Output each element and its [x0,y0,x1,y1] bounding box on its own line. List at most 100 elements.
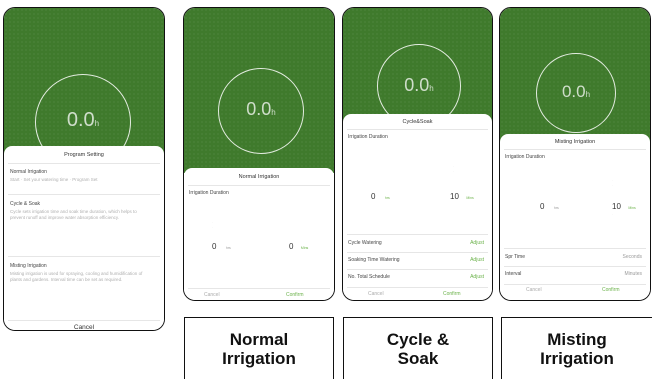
duration-ring: 0.0h [536,53,616,133]
row-value: Adjust [470,257,484,263]
hours-value: 0 [540,202,545,211]
field-label: Irrigation Duration [505,154,545,160]
divider [8,256,160,257]
confirm-button[interactable]: Confirm [602,287,620,293]
caption-line-1: Misting [547,329,607,349]
hours-wheel-above: · · [212,220,213,229]
confirm-button[interactable]: Confirm [286,292,304,298]
phone-normal-irrigation: 0.0h Normal Irrigation Irrigation Durati… [183,7,335,301]
row-label: No. Total Schedule [348,274,390,280]
duration-value: 0.0 [66,109,95,131]
cancel-button[interactable]: Cancel [526,287,542,293]
hours-picker[interactable]: 0 hrs [371,186,390,204]
minutes-picker[interactable]: 10 Mins [450,186,474,204]
option-misting-irrigation[interactable]: Misting Irrigation Misting irrigation is… [4,259,164,317]
divider [188,288,330,289]
total-schedule-row[interactable]: No. Total Schedule Adjust [343,271,492,285]
option-description: Cycle sets irrigation time and soak time… [10,209,137,220]
duration-readout: 0.0h [378,75,460,96]
minutes-value: 10 [612,202,621,211]
divider [347,269,488,270]
caption-line-1: Normal [229,329,289,349]
cancel-button[interactable]: Cancel [368,291,384,297]
hours-unit: hrs [553,206,559,210]
caption-line-2: Irrigation [222,348,296,368]
minutes-value: 0 [289,242,294,251]
row-value: Adjust [470,240,484,246]
duration-value: 0.0 [561,82,586,101]
minutes-wheel-above: · · [612,178,613,187]
confirm-button[interactable]: Confirm [443,291,461,297]
screenshot-stage: 0.0h Program Setting Normal Irrigation S… [0,0,652,379]
cycle-watering-row[interactable]: Cycle Watering Adjust [343,237,492,251]
duration-readout: 0.0h [219,99,303,120]
divider [504,149,646,150]
spray-time-row[interactable]: Spr Time Seconds [500,251,650,265]
minutes-wheel-below: · [612,212,613,216]
grass-background: 0.0h [343,8,492,128]
field-label: Irrigation Duration [189,190,229,196]
sheet-title: Cycle&Soak [402,119,433,125]
duration-readout: 0.0h [537,82,615,102]
minutes-unit: Mins [300,246,309,250]
divider [504,266,646,267]
row-label: Soaking Time Watering [348,257,400,263]
minutes-picker[interactable]: 10 Mins [612,196,636,214]
hours-unit: hrs [225,246,231,250]
option-title: Misting Irrigation [10,263,47,269]
caption-line-1: Cycle & [386,329,450,349]
cancel-button[interactable]: Cancel [204,292,220,298]
divider [347,234,488,235]
phone-misting-irrigation: 0.0h Misting Irrigation Irrigation Durat… [499,7,651,301]
duration-value: 0.0 [404,75,430,95]
divider [347,252,488,253]
divider [8,163,160,164]
soaking-time-row[interactable]: Soaking Time Watering Adjust [343,254,492,268]
duration-ring: 0.0h [218,68,304,154]
field-label: Irrigation Duration [348,134,388,140]
option-normal-irrigation[interactable]: Normal Irrigation Start · Set your water… [4,166,164,192]
duration-unit: h [429,84,434,93]
sheet-header: Program Setting [64,152,104,158]
row-label: Cycle Watering [348,240,382,246]
caption-line-2: Soak [397,348,439,368]
caption-misting-irrigation: Misting Irrigation [501,317,652,379]
minutes-unit: Mins [628,206,636,210]
duration-unit: h [94,119,100,128]
duration-value: 0.0 [246,99,272,119]
option-cycle-soak[interactable]: Cycle & Soak Cycle sets irrigation time … [4,197,164,253]
minutes-unit: Mins [466,196,474,200]
divider [8,194,160,195]
hours-picker[interactable]: 0 hrs [212,236,231,254]
sheet-title: Misting Irrigation [554,139,596,145]
row-label: Interval [505,271,522,277]
caption-line-2: Irrigation [540,348,614,368]
divider [347,129,488,130]
hours-value: 0 [371,192,376,201]
divider [504,248,646,249]
hours-value: 0 [212,242,217,251]
minutes-picker[interactable]: 0 Mins [289,236,308,254]
phone-cycle-soak: 0.0h Cycle&Soak Irrigation Duration · · 0… [342,7,493,301]
cancel-button[interactable]: Cancel [4,324,164,330]
divider [8,320,160,321]
grass-background: 0.0h [4,8,164,170]
phone-program-picker: 0.0h Program Setting Normal Irrigation S… [3,7,165,331]
interval-row[interactable]: Interval Minutes [500,268,650,282]
minutes-wheel-above: · · [453,164,454,173]
caption-cycle-soak: Cycle & Soak [343,317,493,379]
duration-readout: 0.0h [36,109,130,132]
option-title: Normal Irrigation [10,169,47,175]
option-description: Start · Set your watering time · Program… [10,177,98,182]
option-description: Misting irrigation is used for spraying,… [10,271,143,282]
duration-sheet: Normal Irrigation Irrigation Duration · ·… [184,168,334,300]
program-sheet: Program Setting Normal Irrigation Start … [4,146,164,330]
divider [188,185,330,186]
row-value: Adjust [470,274,484,280]
duration-unit: h [271,108,276,117]
row-value: Minutes [624,271,642,277]
sheet-title: Normal Irrigation [238,174,280,180]
minutes-value: 10 [450,192,459,201]
hours-picker[interactable]: 0 hrs [540,196,559,214]
misting-sheet: Misting Irrigation Irrigation Duration ·… [500,134,650,300]
